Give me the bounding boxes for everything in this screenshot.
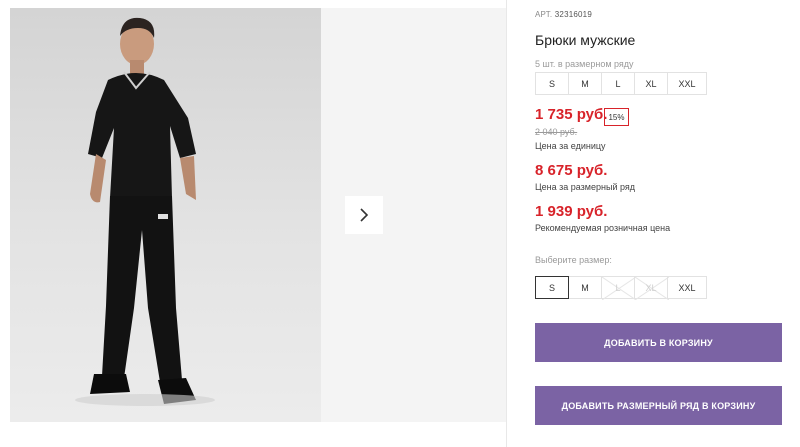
size-option-xxl[interactable]: XXL <box>667 276 707 299</box>
article-value: 32316019 <box>554 10 592 19</box>
set-price-label: Цена за размерный ряд <box>535 182 636 192</box>
size-selector: S M L XL XXL <box>535 276 707 300</box>
unit-price-label: Цена за единицу <box>535 141 606 151</box>
retail-price: 1 939 руб. <box>535 203 608 220</box>
size-option-label: M <box>581 282 589 293</box>
set-size-s: S <box>535 72 569 95</box>
retail-price-label: Рекомендуемая розничная цена <box>535 223 671 233</box>
panel-divider <box>506 0 507 447</box>
discount-badge: 15% <box>604 108 629 126</box>
size-set-note: 5 шт. в размерном ряду <box>535 59 634 69</box>
chevron-right-icon <box>360 208 369 222</box>
set-price: 8 675 руб. <box>535 162 608 179</box>
size-set-list: S M L XL XXL <box>535 72 707 95</box>
size-option-m[interactable]: M <box>568 276 602 299</box>
article-prefix: АРТ. <box>535 10 553 19</box>
set-size-m: M <box>568 72 602 95</box>
size-option-s[interactable]: S <box>535 276 569 299</box>
size-option-label: S <box>548 282 555 293</box>
set-size-xxl: XXL <box>667 72 707 95</box>
size-option-l: L <box>601 276 636 300</box>
set-size-l: L <box>601 72 635 95</box>
add-size-set-to-cart-button[interactable]: ДОБАВИТЬ РАЗМЕРНЫЙ РЯД В КОРЗИНУ <box>535 386 782 425</box>
gallery-next-button[interactable] <box>345 196 383 234</box>
product-photo[interactable] <box>10 8 321 422</box>
set-size-xl: XL <box>634 72 668 95</box>
product-gallery <box>10 8 506 422</box>
add-to-cart-button[interactable]: ДОБАВИТЬ В КОРЗИНУ <box>535 323 782 362</box>
unit-price: 1 735 руб. <box>535 106 608 123</box>
article-number: АРТ. 32316019 <box>535 10 592 19</box>
size-option-label: XL <box>645 282 657 293</box>
size-option-xl: XL <box>634 276 669 300</box>
choose-size-label: Выберите размер: <box>535 255 612 265</box>
model-illustration <box>75 17 215 406</box>
size-option-label: XXL <box>678 282 696 293</box>
old-price: 2 040 руб. <box>535 127 578 137</box>
size-option-label: L <box>615 282 621 293</box>
product-title: Брюки мужские <box>535 32 636 48</box>
